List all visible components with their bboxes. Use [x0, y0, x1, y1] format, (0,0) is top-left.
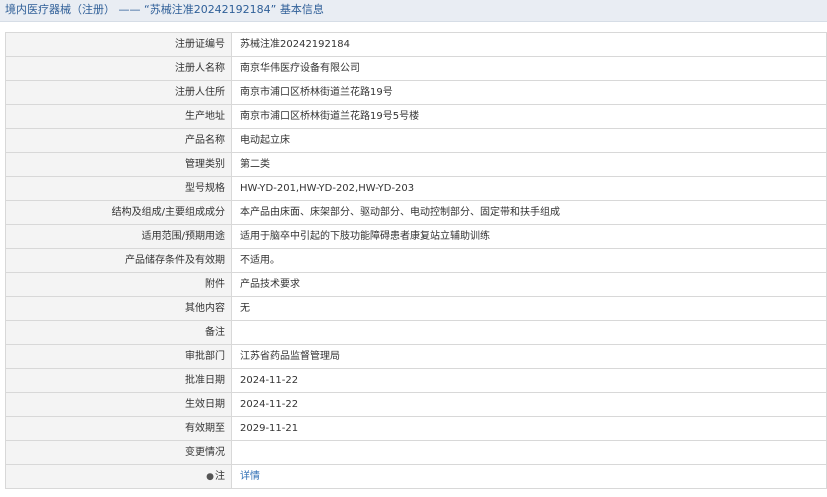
- field-value: 2024-11-22: [231, 392, 827, 417]
- table-row: 审批部门 江苏省药品监督管理局: [5, 344, 827, 369]
- table-row: 产品名称 电动起立床: [5, 128, 827, 153]
- table-row: 结构及组成/主要组成成分 本产品由床面、床架部分、驱动部分、电动控制部分、固定带和…: [5, 200, 827, 225]
- field-label: 注册人名称: [5, 56, 232, 81]
- field-value: 产品技术要求: [231, 272, 827, 297]
- field-value: 适用于脑卒中引起的下肢功能障碍患者康复站立辅助训练: [231, 224, 827, 249]
- field-label: 审批部门: [5, 344, 232, 369]
- page-title: 境内医疗器械（注册） —— “苏械注准20242192184” 基本信息: [5, 3, 324, 16]
- field-value: 南京市浦口区桥林街道兰花路19号5号楼: [231, 104, 827, 129]
- field-label: 备注: [5, 320, 232, 345]
- field-value: 电动起立床: [231, 128, 827, 153]
- field-label: 适用范围/预期用途: [5, 224, 232, 249]
- field-label: 生产地址: [5, 104, 232, 129]
- field-label: 生效日期: [5, 392, 232, 417]
- field-label: 型号规格: [5, 176, 232, 201]
- table-row: 变更情况: [5, 440, 827, 465]
- table-row: ●注 详情: [5, 464, 827, 489]
- table-row: 备注: [5, 320, 827, 345]
- field-label: 有效期至: [5, 416, 232, 441]
- field-label: 产品名称: [5, 128, 232, 153]
- field-value: 苏械注准20242192184: [231, 32, 827, 57]
- field-label: 变更情况: [5, 440, 232, 465]
- field-label: 附件: [5, 272, 232, 297]
- field-label: 注册证编号: [5, 32, 232, 57]
- pin-icon: ●: [206, 471, 214, 482]
- field-value: 本产品由床面、床架部分、驱动部分、电动控制部分、固定带和扶手组成: [231, 200, 827, 225]
- field-label: 批准日期: [5, 368, 232, 393]
- field-value: 江苏省药品监督管理局: [231, 344, 827, 369]
- note-label: 注: [215, 470, 225, 482]
- field-value: 不适用。: [231, 248, 827, 273]
- field-value: 第二类: [231, 152, 827, 177]
- table-row: 适用范围/预期用途 适用于脑卒中引起的下肢功能障碍患者康复站立辅助训练: [5, 224, 827, 249]
- field-value: HW-YD-201,HW-YD-202,HW-YD-203: [231, 176, 827, 201]
- field-value: 2024-11-22: [231, 368, 827, 393]
- field-label: 其他内容: [5, 296, 232, 321]
- field-label: 产品储存条件及有效期: [5, 248, 232, 273]
- table-row: 型号规格 HW-YD-201,HW-YD-202,HW-YD-203: [5, 176, 827, 201]
- table-row: 管理类别 第二类: [5, 152, 827, 177]
- page-header: 境内医疗器械（注册） —— “苏械注准20242192184” 基本信息: [0, 0, 827, 22]
- table-row: 注册证编号 苏械注准20242192184: [5, 32, 827, 57]
- field-value: 2029-11-21: [231, 416, 827, 441]
- table-row: 产品储存条件及有效期 不适用。: [5, 248, 827, 273]
- field-value: 详情: [231, 464, 827, 489]
- field-value: [231, 440, 827, 465]
- table-row: 附件 产品技术要求: [5, 272, 827, 297]
- details-link[interactable]: 详情: [240, 471, 260, 482]
- field-label: 结构及组成/主要组成成分: [5, 200, 232, 225]
- field-label: ●注: [5, 464, 232, 489]
- registration-info-table: 注册证编号 苏械注准20242192184 注册人名称 南京华伟医疗设备有限公司 注册人…: [5, 32, 827, 489]
- field-value: 无: [231, 296, 827, 321]
- table-row: 其他内容无: [5, 296, 827, 321]
- field-label: 注册人住所: [5, 80, 232, 105]
- field-label: 管理类别: [5, 152, 232, 177]
- table-row: 生产地址 南京市浦口区桥林街道兰花路19号5号楼: [5, 104, 827, 129]
- field-value: 南京市浦口区桥林街道兰花路19号: [231, 80, 827, 105]
- table-row: 有效期至 2029-11-21: [5, 416, 827, 441]
- table-row: 注册人名称 南京华伟医疗设备有限公司: [5, 56, 827, 81]
- table-row: 注册人住所 南京市浦口区桥林街道兰花路19号: [5, 80, 827, 105]
- field-value: [231, 320, 827, 345]
- table-row: 批准日期 2024-11-22: [5, 368, 827, 393]
- field-value: 南京华伟医疗设备有限公司: [231, 56, 827, 81]
- table-row: 生效日期 2024-11-22: [5, 392, 827, 417]
